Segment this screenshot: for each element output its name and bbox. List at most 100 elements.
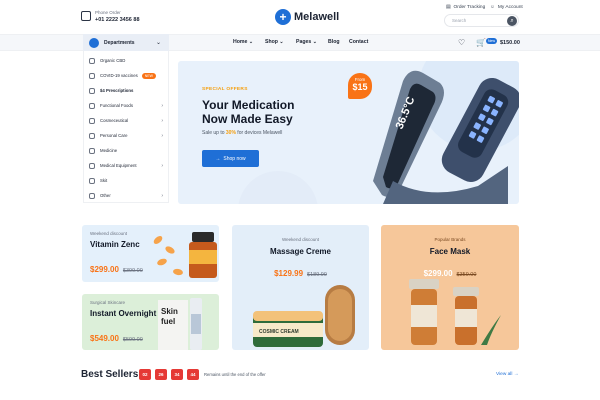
departments-button[interactable]: Departments ⌄ bbox=[83, 34, 169, 51]
care-icon bbox=[89, 132, 95, 139]
sidebar-item-prescriptions[interactable]: $4 Prescriptions bbox=[84, 83, 170, 98]
search-placeholder: Search bbox=[452, 18, 467, 23]
promo-card-massage-creme[interactable]: Weekend discount Massage Creme $129.99 $1… bbox=[232, 225, 369, 350]
promo-title: Massage Creme bbox=[270, 247, 331, 256]
chevron-down-icon: ⌄ bbox=[155, 40, 161, 46]
promo-card-instant-overnight[interactable]: Surgical Skincare Instant Overnight $549… bbox=[82, 294, 219, 350]
promo-price-row: $549.00 $599.00 bbox=[90, 328, 143, 346]
cart-badge: New bbox=[486, 38, 497, 44]
vitamin-bottle-image bbox=[153, 232, 217, 278]
sidebar-item-label: Other bbox=[100, 193, 111, 198]
promo-card-vitamin-zenc[interactable]: Weekend discount Vitamin Zenc $299.00 $39… bbox=[82, 225, 219, 282]
search-icon[interactable]: ⌕ bbox=[507, 16, 517, 26]
sidebar-item-medical-equipment[interactable]: Medical Equipment › bbox=[84, 158, 170, 173]
chevron-right-icon: › bbox=[161, 162, 163, 169]
my-account-label: My Account bbox=[497, 5, 523, 10]
sidebar-item-personal-care[interactable]: Personal Care › bbox=[84, 128, 170, 143]
brand-name: Melawell bbox=[294, 11, 340, 23]
sidebar-item-label: Medical Equipment bbox=[100, 163, 137, 168]
chevron-right-icon: › bbox=[161, 117, 163, 124]
sidebar-item-label: Medicine bbox=[100, 148, 118, 153]
arrow-right-icon: → bbox=[513, 372, 519, 377]
view-all-link[interactable]: View all → bbox=[496, 372, 519, 377]
sidebar-item-organic-cbd[interactable]: Organic CBD bbox=[84, 53, 170, 68]
nav-shop[interactable]: Shop ⌄ bbox=[265, 39, 284, 45]
countdown-days: 02 bbox=[139, 369, 151, 380]
cross-icon: + bbox=[275, 9, 291, 25]
kit-icon bbox=[89, 177, 95, 184]
massage-creme-image: COSMIC CREAM bbox=[253, 285, 355, 347]
shop-now-label: Shop now bbox=[223, 155, 246, 162]
promo-tag: Weekend discount bbox=[282, 237, 319, 242]
lotion-icon bbox=[89, 117, 95, 124]
promo-old-price: $599.00 bbox=[122, 337, 143, 343]
promo-price: $299.00 bbox=[90, 265, 119, 274]
shop-now-button[interactable]: → Shop now bbox=[202, 150, 259, 167]
svg-text:fuel: fuel bbox=[161, 317, 175, 326]
sidebar-item-medicine[interactable]: Medicine bbox=[84, 143, 170, 158]
svg-text:Skin: Skin bbox=[161, 307, 178, 316]
sidebar-item-label: Cosmeceutical bbox=[100, 118, 129, 123]
promo-tag: Weekend discount bbox=[90, 231, 127, 236]
promo-old-price: $399.00 bbox=[122, 268, 143, 274]
pill-icon bbox=[89, 102, 95, 109]
countdown-hours: 26 bbox=[155, 369, 167, 380]
user-icon: ☺ bbox=[490, 5, 495, 10]
skincare-box-image: Skin fuel bbox=[158, 298, 202, 350]
order-tracking-label: Order Tracking bbox=[453, 5, 486, 10]
hero-title: Your Medication Now Made Easy bbox=[202, 98, 295, 126]
grid-icon bbox=[89, 37, 99, 48]
sidebar-item-label: Personal Care bbox=[100, 133, 128, 138]
promo-price-row: $299.00 $399.00 bbox=[90, 259, 143, 277]
departments-sidebar: Organic CBD COVID-19 vaccines NEW $4 Pre… bbox=[83, 51, 169, 203]
equipment-icon bbox=[89, 162, 95, 169]
sidebar-item-label: COVID-19 vaccines bbox=[100, 73, 138, 78]
arrow-right-icon: → bbox=[215, 155, 221, 162]
sidebar-item-skit[interactable]: Skit bbox=[84, 173, 170, 188]
sidebar-item-label: Organic CBD bbox=[100, 58, 126, 63]
prescription-icon bbox=[89, 87, 95, 94]
svg-text:COSMIC CREAM: COSMIC CREAM bbox=[259, 329, 299, 335]
face-mask-jars-image bbox=[409, 279, 501, 345]
heart-icon[interactable]: ♡ bbox=[458, 38, 465, 47]
virus-icon bbox=[89, 72, 95, 79]
chevron-right-icon: › bbox=[161, 102, 163, 109]
cart-total[interactable]: $150.00 bbox=[500, 40, 520, 46]
from-price-badge: From $15 bbox=[348, 73, 372, 99]
brand-logo[interactable]: + Melawell bbox=[275, 9, 339, 25]
other-icon bbox=[89, 192, 95, 199]
promo-tag: Popular Brands bbox=[434, 237, 466, 242]
nav-blog[interactable]: Blog bbox=[328, 39, 340, 45]
countdown-seconds: 44 bbox=[187, 369, 199, 380]
phone-icon bbox=[81, 11, 91, 21]
chevron-right-icon: › bbox=[161, 192, 163, 199]
clipboard-icon: ▤ bbox=[446, 5, 451, 10]
nav-contact[interactable]: Contact bbox=[349, 39, 368, 45]
medicine-icon bbox=[89, 147, 95, 154]
chevron-right-icon: › bbox=[161, 132, 163, 139]
promo-title: Face Mask bbox=[429, 247, 471, 256]
sidebar-item-functional-foods[interactable]: Functional Foods › bbox=[84, 98, 170, 113]
phone-number[interactable]: +01 2222 3456 88 bbox=[95, 17, 140, 23]
promo-title: Vitamin Zenc bbox=[90, 240, 140, 249]
nav-pages[interactable]: Pages ⌄ bbox=[296, 39, 317, 45]
countdown-caption: Remains until the end of the offer bbox=[204, 372, 266, 377]
countdown-minutes: 34 bbox=[171, 369, 183, 380]
promo-tag: Surgical Skincare bbox=[90, 300, 126, 305]
sidebar-item-other[interactable]: Other › bbox=[84, 188, 170, 203]
sidebar-item-label: $4 Prescriptions bbox=[100, 88, 134, 93]
nav-home[interactable]: Home ⌄ bbox=[233, 39, 253, 45]
my-account-link[interactable]: ☺ My Account bbox=[490, 5, 523, 10]
leaf-icon bbox=[89, 57, 95, 64]
hero-tag: SPECIAL OFFERS bbox=[202, 87, 248, 92]
promo-card-face-mask[interactable]: Popular Brands Face Mask $299.00 $359.00 bbox=[381, 225, 519, 350]
order-tracking-link[interactable]: ▤ Order Tracking bbox=[446, 5, 485, 10]
sidebar-item-label: Skit bbox=[100, 178, 108, 183]
sidebar-item-covid-vaccines[interactable]: COVID-19 vaccines NEW bbox=[84, 68, 170, 83]
phone-order-label: Phone Order bbox=[95, 10, 121, 15]
sidebar-item-label: Functional Foods bbox=[100, 103, 133, 108]
sidebar-item-cosmeceutical[interactable]: Cosmeceutical › bbox=[84, 113, 170, 128]
promo-price: $549.00 bbox=[90, 334, 119, 343]
departments-label: Departments bbox=[104, 39, 135, 46]
cart-icon[interactable]: 🛒 bbox=[476, 38, 486, 47]
